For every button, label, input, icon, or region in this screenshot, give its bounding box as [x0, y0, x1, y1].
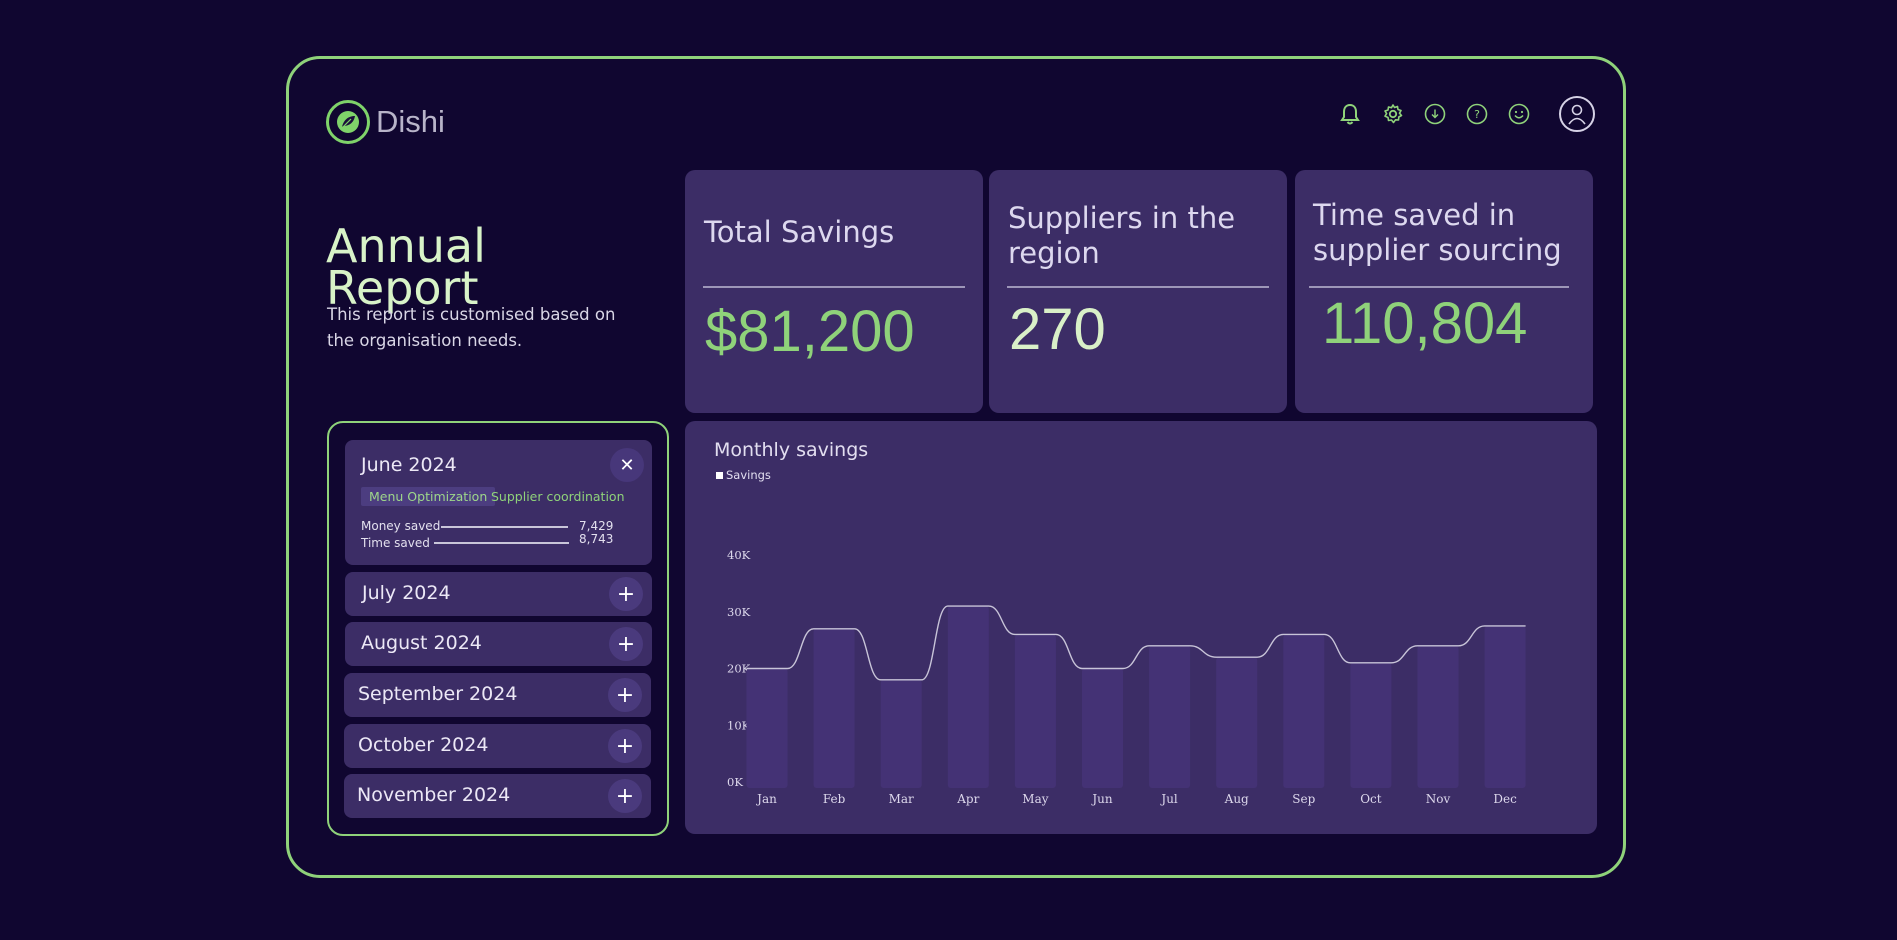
app-name: Dishi: [376, 104, 445, 139]
accordion-month-label[interactable]: June 2024: [361, 454, 457, 476]
tag-supplier-coordination[interactable]: Supplier coordination: [483, 487, 633, 506]
plus-icon[interactable]: +: [608, 779, 642, 813]
app-logo[interactable]: Dishi: [326, 100, 445, 144]
stat-value: 110,804: [1322, 291, 1528, 356]
y-tick-label: 40K: [727, 548, 751, 562]
tag-menu-optimization[interactable]: Menu Optimization: [361, 487, 496, 506]
chart-canvas: 0K10K20K30K40KJan Feb Mar Apr May Jun Jul Aug Se…: [727, 548, 1526, 806]
metric-bar-time: [434, 542, 569, 544]
x-tick-label: Jun: [1090, 792, 1113, 806]
bar-sep[interactable]: [1283, 634, 1325, 788]
accordion-item[interactable]: September 2024 +: [344, 673, 651, 717]
bar-may[interactable]: [1014, 634, 1056, 788]
metric-label-money: Money saved: [361, 519, 441, 533]
smiley-icon[interactable]: [1507, 102, 1531, 126]
x-tick-label: Apr: [956, 792, 979, 806]
close-icon[interactable]: ✕: [610, 448, 644, 482]
accordion-item[interactable]: July 2024 +: [345, 572, 652, 616]
bar-mar[interactable]: [880, 679, 922, 788]
accordion-month-label: September 2024: [358, 683, 518, 705]
plus-icon[interactable]: +: [608, 729, 642, 763]
metric-bar-money: [441, 526, 568, 528]
user-avatar[interactable]: [1559, 96, 1595, 132]
help-icon[interactable]: ?: [1465, 102, 1489, 126]
accordion-item[interactable]: October 2024 +: [344, 724, 651, 768]
accordion-month-label: November 2024: [357, 784, 511, 806]
leaf-logo-icon: [326, 100, 370, 144]
x-tick-label: Feb: [823, 792, 846, 806]
y-tick-label: 0K: [727, 775, 743, 789]
bell-icon[interactable]: [1338, 102, 1362, 126]
accordion-month-label: July 2024: [362, 582, 451, 604]
stat-divider: [703, 286, 965, 288]
gear-icon[interactable]: [1381, 102, 1405, 126]
metric-value-money: 7,429: [579, 519, 614, 533]
metric-value-time: 8,743: [579, 532, 614, 546]
bar-feb[interactable]: [813, 628, 855, 788]
stat-card-total-savings: Total Savings $81,200: [685, 170, 983, 413]
bar-oct[interactable]: [1350, 662, 1392, 788]
stat-label: Suppliers in the region: [1008, 201, 1236, 270]
accordion-month-label: August 2024: [361, 632, 482, 654]
plus-icon[interactable]: +: [609, 627, 643, 661]
stat-value: $81,200: [705, 299, 915, 364]
monthly-savings-chart: Monthly savings Savings 0K 10K 20K 30K 40K Ja…: [685, 421, 1597, 834]
stat-label: Total Savings: [704, 215, 895, 249]
plus-icon[interactable]: +: [608, 678, 642, 712]
x-tick-label: Mar: [889, 792, 914, 806]
top-toolbar: ?: [1338, 96, 1595, 132]
savings-trend-line: [746, 605, 1526, 681]
x-tick-label: May: [1022, 792, 1048, 806]
stat-divider: [1007, 286, 1269, 288]
stat-label: Time saved in supplier sourcing: [1313, 198, 1562, 267]
stat-value: 270: [1009, 297, 1106, 362]
stat-card-suppliers: Suppliers in the region 270: [989, 170, 1287, 413]
stat-divider: [1309, 286, 1569, 288]
bar-aug[interactable]: [1216, 657, 1258, 788]
y-tick-label: 30K: [727, 605, 751, 619]
x-tick-label: Aug: [1224, 792, 1249, 806]
download-icon[interactable]: [1423, 102, 1447, 126]
page-subtitle: This report is customised based on the o…: [327, 305, 616, 350]
x-tick-label: Sep: [1292, 792, 1315, 806]
bar-dec[interactable]: [1484, 625, 1526, 788]
bar-jan[interactable]: [746, 668, 788, 789]
x-tick-label: Dec: [1493, 792, 1517, 806]
page-title: Annual Report: [326, 223, 486, 311]
accordion-month-label: October 2024: [358, 734, 489, 756]
x-tick-label: Jul: [1159, 792, 1178, 806]
x-tick-label: Jan: [755, 792, 777, 806]
x-tick-label: Oct: [1360, 792, 1382, 806]
metric-label-time: Time saved: [361, 536, 430, 550]
bar-jun[interactable]: [1082, 668, 1123, 789]
svg-text:?: ?: [1474, 108, 1480, 121]
bar-apr[interactable]: [947, 606, 989, 788]
bar-nov[interactable]: [1417, 645, 1459, 788]
bar-jul[interactable]: [1149, 645, 1191, 788]
stat-card-time-saved: Time saved in supplier sourcing 110,804: [1295, 170, 1593, 413]
x-tick-label: Nov: [1426, 792, 1451, 806]
accordion-item[interactable]: August 2024 +: [345, 622, 652, 666]
plus-icon[interactable]: +: [609, 577, 643, 611]
user-icon: [1568, 104, 1586, 125]
accordion-item-open: June 2024 ✕ Menu Optimization Supplier c…: [345, 440, 652, 565]
accordion-item[interactable]: November 2024 +: [344, 774, 651, 818]
